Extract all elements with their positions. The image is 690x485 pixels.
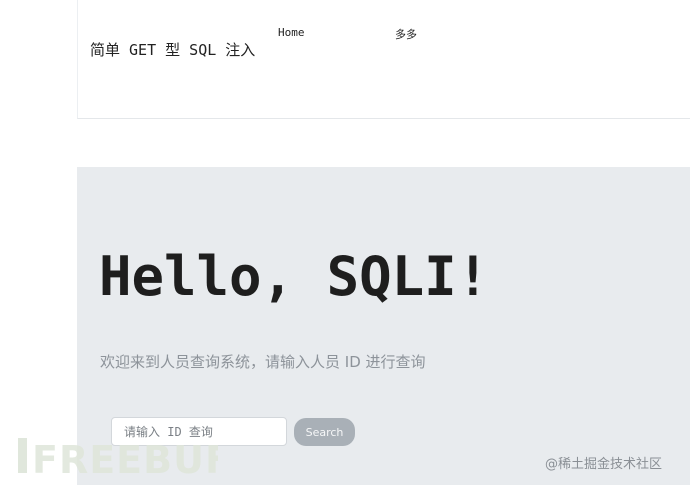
- site-brand[interactable]: 简单 GET 型 SQL 注入: [90, 39, 255, 60]
- search-button[interactable]: Search: [294, 418, 355, 446]
- hero-subtitle: 欢迎来到人员查询系统，请输入人员 ID 进行查询: [100, 353, 426, 371]
- nav-link-more[interactable]: 多多: [395, 26, 417, 42]
- watermark-credit: @稀土掘金技术社区: [545, 457, 663, 472]
- page: 简单 GET 型 SQL 注入 Home 多多 Hello, SQLI! 欢迎来…: [0, 0, 690, 485]
- nav-link-home[interactable]: Home: [278, 26, 305, 39]
- hero-title: Hello, SQLI!: [99, 245, 490, 308]
- id-search-input[interactable]: [111, 417, 287, 446]
